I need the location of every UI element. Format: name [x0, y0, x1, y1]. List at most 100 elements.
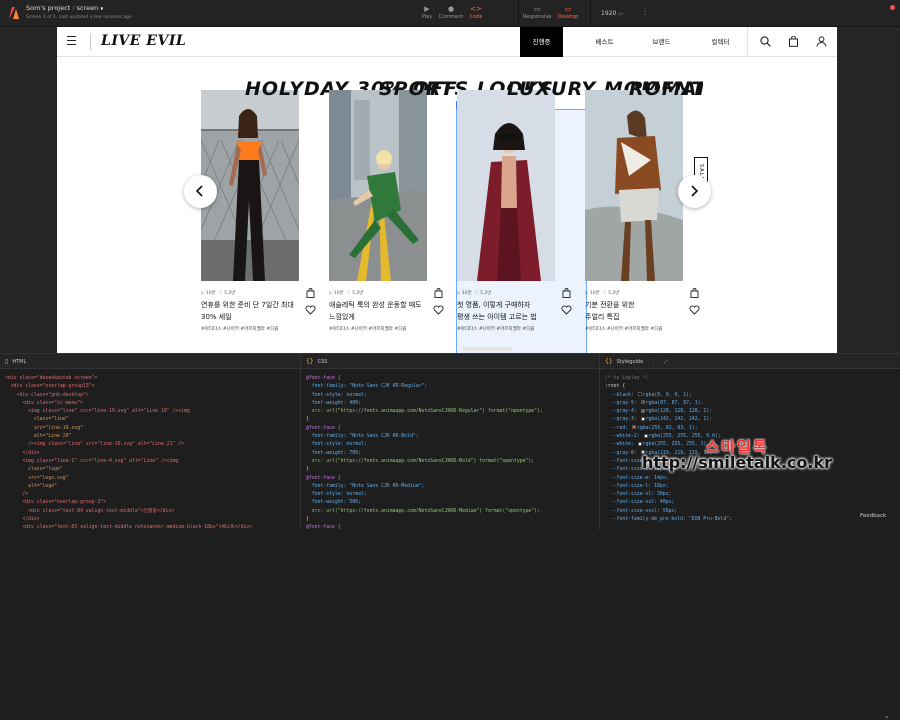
bag-icon[interactable]	[690, 288, 699, 298]
width-input[interactable]: 1920 px	[601, 10, 624, 17]
article-title[interactable]: 연휴를 위한 준비 단 7일간 최대 30% 세일	[201, 299, 311, 323]
scrollbar-thumb[interactable]	[462, 347, 512, 351]
code-mode-button[interactable]: <> Code	[462, 5, 490, 20]
featured-slider: article	[57, 57, 837, 353]
width-value: 1920	[601, 10, 617, 17]
code-line: font-style: normal;	[306, 492, 367, 498]
html-panel-header: ▯ HTML	[0, 354, 300, 369]
article-image[interactable]	[585, 90, 683, 281]
shopping-bag-icon[interactable]	[788, 36, 799, 47]
code-line: --gray-4: rgba(128, 128, 128, 1);	[605, 408, 713, 415]
code-line: --font-size-xxl: 40px;	[605, 500, 675, 506]
bag-icon[interactable]	[434, 288, 443, 298]
code-line: @font-face {	[306, 475, 341, 481]
tab-collector[interactable]: 컬렉터	[699, 27, 742, 57]
html-code-editor[interactable]: <div class="desexkeutab screen"> <div cl…	[0, 370, 300, 529]
view-count: 10만	[461, 291, 472, 296]
color-swatch	[640, 400, 645, 405]
responsive-device-button[interactable]: ▭ Responsive	[523, 5, 551, 20]
tab-best[interactable]: 베스트	[583, 27, 626, 57]
project-title[interactable]: Som's project	[26, 4, 70, 12]
code-line: <div class="text-83 valign-text-middle n…	[5, 525, 253, 529]
feedback-button[interactable]: Feedback	[860, 513, 886, 519]
css-panel-header: {} CSS	[301, 354, 599, 369]
code-line: </div>	[5, 450, 40, 456]
css-code-editor[interactable]: @font-face { font-family: "Noto Sans CJK…	[301, 370, 599, 529]
notification-dot[interactable]	[890, 5, 895, 10]
like-count: 5.2만	[352, 291, 364, 296]
code-line: <div class="text-84 valign-text-middle">…	[5, 508, 175, 514]
code-line: alt="logo"	[5, 483, 57, 489]
code-line: src="line-19.svg"	[5, 425, 83, 431]
code-line: --gray-3: rgba(242, 242, 242, 1);	[605, 416, 713, 423]
article-card[interactable]: LUXURY MOMENT ▷ 10만 ♡ 5.2만 첫 명품, 이렇게 구매하…	[444, 80, 705, 332]
article-card[interactable]: HOLYDAY 30% OFF ▷ 10만 ♡ 5.2만 연휴를 위한 준비 단…	[188, 80, 457, 332]
project-info[interactable]: Som's project / screen ▼ Screen 1 of 1. …	[26, 4, 131, 20]
bag-icon[interactable]	[306, 288, 315, 298]
slider-next-button[interactable]	[678, 175, 711, 208]
code-line: @font-face {	[306, 425, 341, 431]
article-stats: ▷ 10만 ♡ 5.2만	[457, 291, 492, 296]
divider	[747, 27, 748, 57]
code-line: src="logo.svg"	[5, 475, 69, 481]
color-swatch	[637, 392, 642, 397]
article-tags[interactable]: #아디다스 #나이키 #마르지엘라 #디올	[201, 326, 278, 332]
code-line: <div class="overlap-group-3">	[5, 500, 107, 506]
color-swatch	[640, 408, 645, 413]
article-card[interactable]: ROMAN JEW ▷ 10만 ♡ 5.2만 기분 전환을 위한 주얼리 특집 …	[572, 80, 765, 332]
code-line: <div class="desexkeutab screen">	[5, 376, 98, 381]
article-title[interactable]: 애슬레틱 룩의 완성 운동할 때도 느낌있게	[329, 299, 439, 323]
code-line: class="line"	[5, 417, 69, 423]
user-icon[interactable]	[816, 36, 827, 47]
code-line: alt="Line 20"	[5, 434, 72, 440]
code-icon: <>	[470, 5, 482, 13]
code-line: font-family: "Noto Sans CJK KR-Regular";	[306, 384, 428, 390]
article-stats: ▷ 10만 ♡ 5.2만	[585, 291, 620, 296]
bag-icon[interactable]	[562, 288, 571, 298]
monitor-icon: ▭	[564, 5, 572, 13]
comment-label: Comment	[438, 14, 464, 20]
html-panel-title: HTML	[12, 359, 27, 365]
desktop-device-button[interactable]: ▭ Desktop	[554, 5, 582, 20]
code-line: font-family: "Noto Sans CJK KR-Bold";	[306, 434, 419, 440]
view-count: 10만	[333, 291, 344, 296]
more-options-icon[interactable]: ⋮	[651, 359, 656, 365]
article-image[interactable]	[329, 90, 427, 281]
screen-name[interactable]: screen	[77, 4, 99, 12]
color-swatch	[640, 416, 645, 421]
view-count: 10만	[589, 291, 600, 296]
code-line: src: url("https://fonts.animaapp.com/Not…	[306, 409, 543, 415]
comment-mode-button[interactable]: ● Comment	[437, 5, 465, 20]
article-title[interactable]: 첫 명품, 이렇게 구매하자 평생 쓰는 아이템 고르는 법	[457, 299, 567, 323]
chevron-right-icon	[691, 185, 699, 197]
design-canvas: LIVE EVIL 진행중 베스트 브랜드 컬렉터 article	[0, 27, 900, 353]
website-preview: LIVE EVIL 진행중 베스트 브랜드 컬렉터 article	[57, 27, 837, 353]
chevron-down-icon[interactable]: ▼	[100, 6, 103, 11]
code-line: --red: rgba(255, 83, 83, 1);	[605, 425, 698, 431]
brand-logo[interactable]: LIVE EVIL	[101, 33, 186, 49]
article-title[interactable]: 기분 전환을 위한 주얼리 특집	[585, 299, 695, 323]
code-line: /* to Lnpley */	[605, 376, 649, 381]
like-count: 5.2만	[480, 291, 492, 296]
code-line: <div class="gnb-desktop">	[5, 392, 89, 398]
file-icon: ▯	[5, 358, 9, 365]
slider-mask	[703, 57, 837, 353]
search-icon[interactable]	[760, 36, 771, 47]
divider	[518, 0, 519, 27]
article-tags[interactable]: #아디다스 #나이키 #마르지엘라 #디올	[585, 326, 662, 332]
tab-ongoing[interactable]: 진행중	[520, 27, 563, 57]
divider	[590, 0, 591, 27]
code-line: @font-face {	[306, 525, 341, 529]
collapse-panel-icon[interactable]: ⌄	[884, 712, 890, 720]
tab-brand[interactable]: 브랜드	[640, 27, 683, 57]
code-line: --font-size-xxxl: 56px;	[605, 508, 678, 514]
more-options-icon[interactable]: ⋮	[641, 8, 649, 16]
braces-icon: {}	[605, 358, 613, 365]
article-card[interactable]: SPORTS LOOKS ▷ 10만 ♡ 5.2만 애슬레틱 룩의 완성 운동할…	[316, 80, 553, 332]
slider-prev-button[interactable]	[184, 175, 217, 208]
expand-icon[interactable]: ⤢	[664, 359, 668, 365]
article-image[interactable]	[457, 90, 555, 281]
article-tags[interactable]: #아디다스 #나이키 #마르지엘라 #디올	[329, 326, 406, 332]
article-tags[interactable]: #아디다스 #나이키 #마르지엘라 #디올	[457, 326, 534, 332]
hamburger-icon[interactable]	[67, 36, 76, 45]
